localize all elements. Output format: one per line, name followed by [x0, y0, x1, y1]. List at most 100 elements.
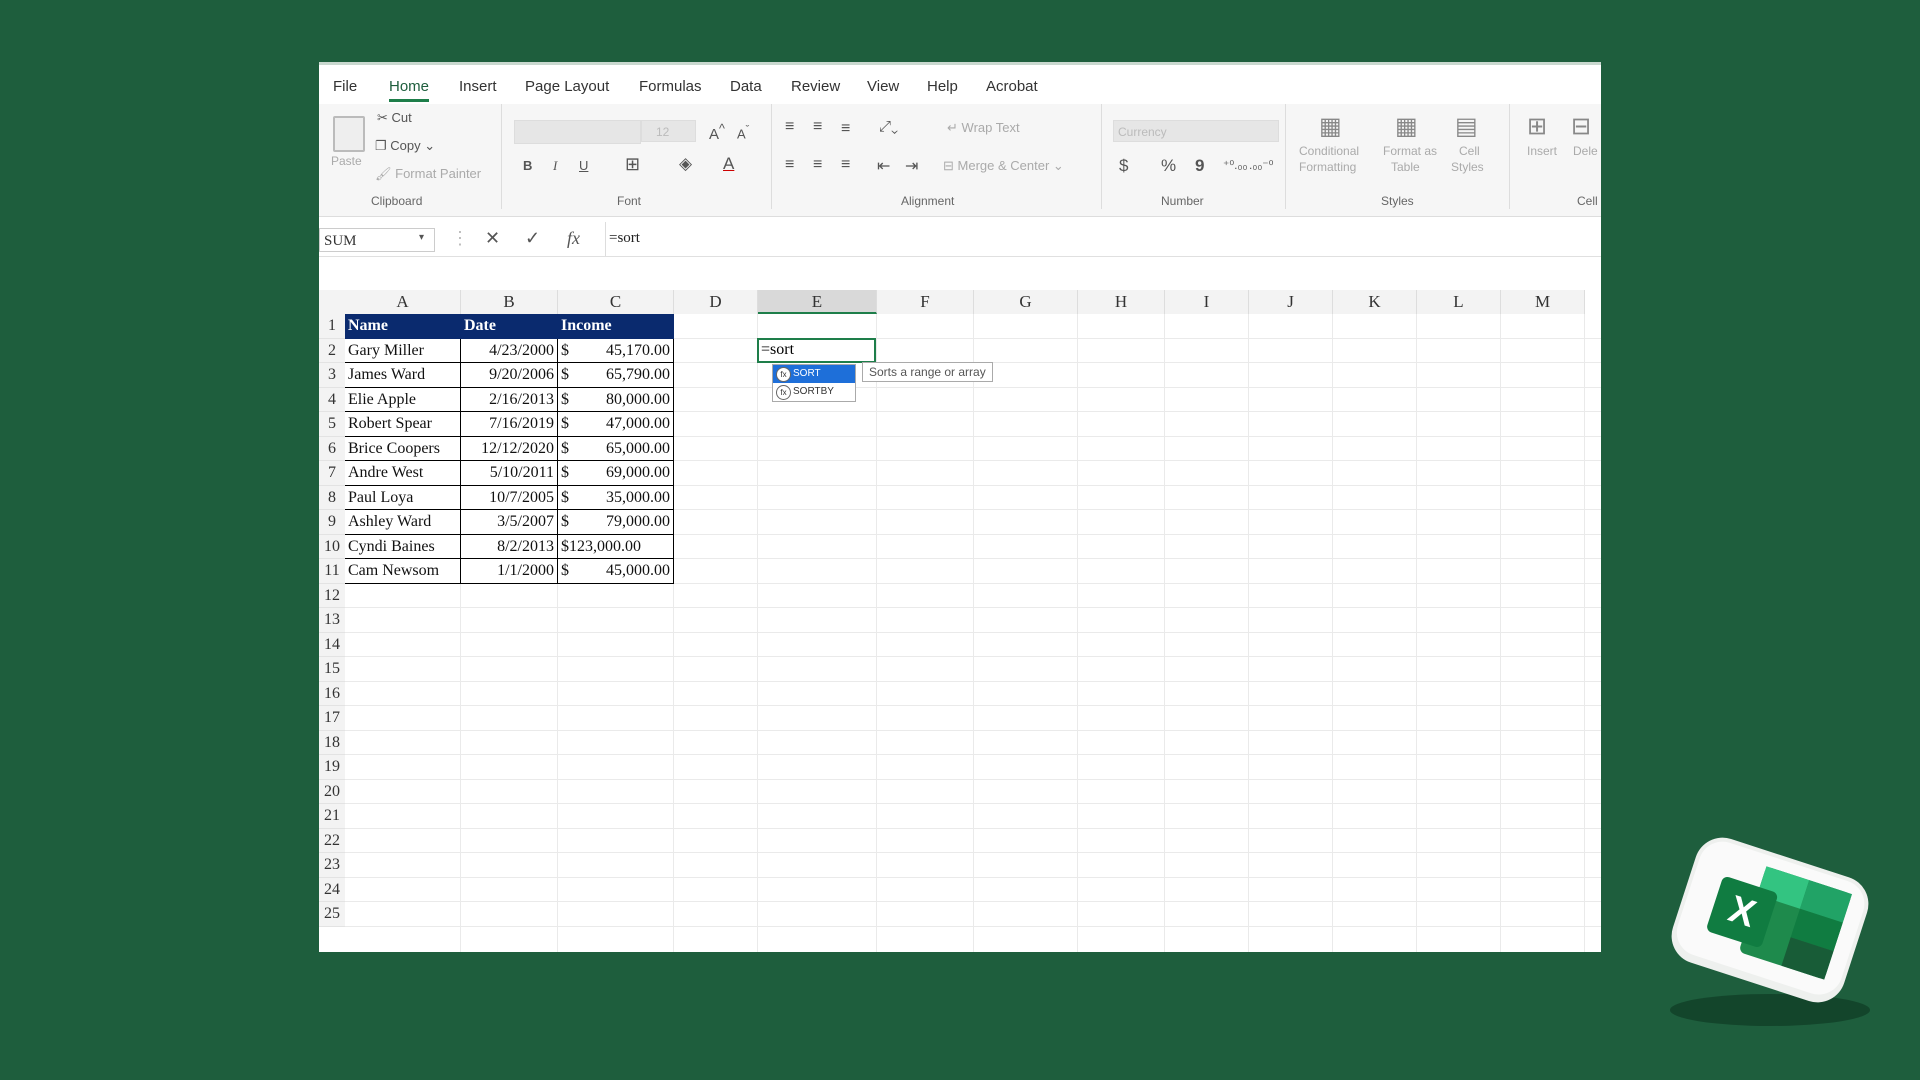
number-format-dropdown[interactable]: Currency: [1113, 120, 1279, 142]
table-cell-income[interactable]: $79,000.00: [558, 510, 674, 535]
row-header-22[interactable]: 22: [319, 828, 345, 853]
menu-acrobat[interactable]: Acrobat: [986, 78, 1038, 95]
table-cell-date[interactable]: 7/16/2019: [461, 412, 558, 437]
table-cell-name[interactable]: James Ward: [345, 363, 461, 388]
menu-home[interactable]: Home: [389, 78, 430, 102]
table-cell-date[interactable]: 10/7/2005: [461, 485, 558, 510]
column-header-l[interactable]: L: [1417, 290, 1501, 314]
table-cell-name[interactable]: Andre West: [345, 461, 461, 486]
table-cell-date[interactable]: 4/23/2000: [461, 338, 558, 363]
format-as-table-icon[interactable]: ▦: [1395, 112, 1418, 141]
menu-insert[interactable]: Insert: [459, 78, 497, 95]
conditional-formatting-label-2[interactable]: Formatting: [1299, 160, 1356, 174]
menu-page-layout[interactable]: Page Layout: [525, 78, 609, 95]
row-header-23[interactable]: 23: [319, 853, 345, 878]
table-cell-income[interactable]: $65,000.00: [558, 436, 674, 461]
italic-button[interactable]: I: [553, 158, 557, 174]
row-header-25[interactable]: 25: [319, 902, 345, 927]
menu-help[interactable]: Help: [927, 78, 958, 95]
paste-icon[interactable]: [333, 116, 365, 152]
row-header-17[interactable]: 17: [319, 706, 345, 731]
merge-center-button[interactable]: ⊟ Merge & Center ⌄: [943, 158, 1064, 174]
wrap-text-button[interactable]: ↵ Wrap Text: [947, 120, 1020, 136]
decrease-indent-icon[interactable]: ⇤: [877, 156, 890, 176]
table-cell-date[interactable]: 5/10/2011: [461, 461, 558, 486]
autocomplete-item-sort[interactable]: fx SORT: [773, 365, 855, 383]
menu-view[interactable]: View: [867, 78, 899, 95]
table-cell-date[interactable]: 2/16/2013: [461, 387, 558, 412]
row-header-11[interactable]: 11: [319, 559, 345, 584]
column-header-f[interactable]: F: [877, 290, 974, 314]
select-all-corner[interactable]: [319, 290, 345, 314]
underline-button[interactable]: U: [579, 158, 588, 173]
row-header-16[interactable]: 16: [319, 681, 345, 706]
table-cell-name[interactable]: Ashley Ward: [345, 510, 461, 535]
format-as-table-label-1[interactable]: Format as: [1383, 144, 1437, 158]
table-cell-name[interactable]: Paul Loya: [345, 485, 461, 510]
insert-cells-icon[interactable]: ⊞: [1527, 112, 1547, 141]
name-box-dropdown-icon[interactable]: ▾: [419, 232, 424, 243]
decrease-font-icon[interactable]: Aˇ: [737, 124, 749, 141]
table-cell-income[interactable]: $45,170.00: [558, 338, 674, 363]
enter-icon[interactable]: ✓: [525, 228, 540, 249]
percent-button[interactable]: %: [1161, 156, 1176, 176]
align-right-icon[interactable]: ≡: [841, 156, 850, 174]
table-cell-name[interactable]: Elie Apple: [345, 387, 461, 412]
autocomplete-item-sortby[interactable]: fx SORTBY: [773, 383, 855, 401]
column-header-j[interactable]: J: [1249, 290, 1333, 314]
table-header-cell[interactable]: Income: [558, 314, 674, 339]
table-cell-date[interactable]: 8/2/2013: [461, 534, 558, 559]
row-header-3[interactable]: 3: [319, 363, 345, 388]
menu-review[interactable]: Review: [791, 78, 840, 95]
cut-button[interactable]: ✂ Cut: [377, 110, 412, 126]
menu-data[interactable]: Data: [730, 78, 762, 95]
row-header-13[interactable]: 13: [319, 608, 345, 633]
conditional-formatting-icon[interactable]: ▦: [1319, 112, 1342, 141]
column-header-e[interactable]: E: [758, 290, 877, 314]
decrease-decimal-icon[interactable]: .₀₀⁻⁰: [1249, 158, 1273, 172]
row-header-9[interactable]: 9: [319, 510, 345, 535]
table-cell-income[interactable]: $35,000.00: [558, 485, 674, 510]
orientation-icon[interactable]: ⤢⌄: [879, 118, 898, 135]
table-header-cell[interactable]: Date: [461, 314, 558, 339]
row-header-7[interactable]: 7: [319, 461, 345, 486]
table-cell-date[interactable]: 9/20/2006: [461, 363, 558, 388]
table-cell-date[interactable]: 1/1/2000: [461, 559, 558, 584]
copy-button[interactable]: ❐ Copy ⌄: [375, 138, 435, 154]
format-as-table-label-2[interactable]: Table: [1391, 160, 1420, 174]
font-name-dropdown[interactable]: [514, 120, 641, 144]
row-header-2[interactable]: 2: [319, 338, 345, 363]
row-header-21[interactable]: 21: [319, 804, 345, 829]
conditional-formatting-label-1[interactable]: Conditional: [1299, 144, 1359, 158]
row-header-4[interactable]: 4: [319, 387, 345, 412]
increase-font-icon[interactable]: A^: [709, 122, 725, 143]
name-box[interactable]: SUM: [319, 228, 435, 252]
row-header-1[interactable]: 1: [319, 314, 345, 339]
cell-styles-label-1[interactable]: Cell: [1459, 144, 1480, 158]
column-header-b[interactable]: B: [461, 290, 558, 314]
format-painter-button[interactable]: 🖌 Format Painter: [375, 166, 481, 182]
row-header-12[interactable]: 12: [319, 583, 345, 608]
font-size-dropdown[interactable]: 12: [641, 120, 696, 142]
row-header-15[interactable]: 15: [319, 657, 345, 682]
currency-button[interactable]: $: [1119, 156, 1128, 176]
column-header-a[interactable]: A: [345, 290, 461, 314]
column-header-i[interactable]: I: [1165, 290, 1249, 314]
row-header-18[interactable]: 18: [319, 730, 345, 755]
cancel-icon[interactable]: ✕: [485, 228, 500, 249]
active-cell-e2[interactable]: =sort: [757, 338, 876, 363]
insert-function-icon[interactable]: fx: [567, 228, 580, 249]
fill-color-icon[interactable]: ◈: [679, 154, 692, 174]
table-cell-date[interactable]: 3/5/2007: [461, 510, 558, 535]
table-cell-name[interactable]: Cam Newsom: [345, 559, 461, 584]
table-cell-income[interactable]: $80,000.00: [558, 387, 674, 412]
align-center-icon[interactable]: ≡: [813, 156, 822, 174]
increase-decimal-icon[interactable]: ⁺⁰.₀₀: [1223, 158, 1247, 172]
increase-indent-icon[interactable]: ⇥: [905, 156, 918, 176]
table-cell-income[interactable]: $123,000.00: [558, 534, 674, 559]
column-header-h[interactable]: H: [1078, 290, 1165, 314]
paste-button[interactable]: Paste: [331, 154, 362, 168]
comma-button[interactable]: 9: [1195, 156, 1204, 176]
table-cell-income[interactable]: $65,790.00: [558, 363, 674, 388]
column-header-k[interactable]: K: [1333, 290, 1417, 314]
